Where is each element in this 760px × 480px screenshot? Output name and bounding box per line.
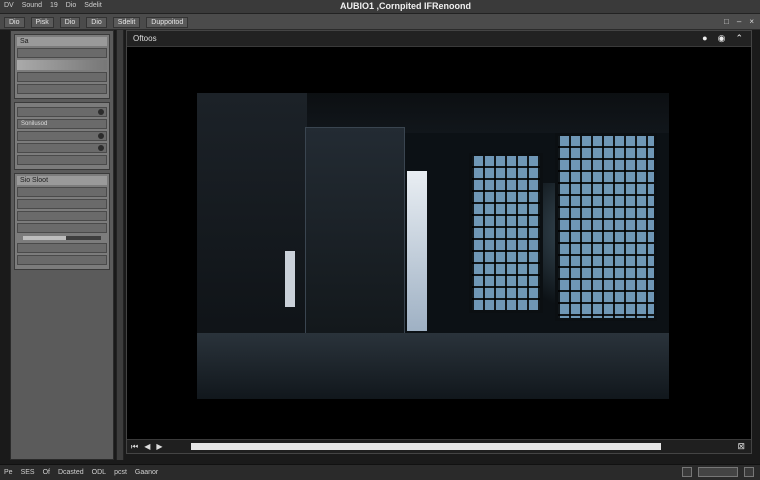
dot-icon[interactable]: ● xyxy=(702,33,707,44)
eye-icon[interactable]: ◉ xyxy=(718,33,726,44)
menu-bar: DV Sound 19 Dio Sdelit xyxy=(4,2,102,9)
panel-swatch[interactable] xyxy=(17,60,107,70)
viewer-header: Oftoos ● ◉ ⌃ xyxy=(127,31,751,47)
photo-canvas[interactable] xyxy=(197,93,669,399)
scene-floor xyxy=(197,333,669,399)
panel-row[interactable] xyxy=(17,211,107,221)
toolbar: Dio Pisk Dio Dio Sdelit Duppoitod □ – × xyxy=(0,14,760,30)
panel-row[interactable] xyxy=(17,72,107,82)
panel-row[interactable] xyxy=(17,243,107,253)
window-title: AUBIO1 ,Cornpited IFRenoond xyxy=(340,1,471,11)
knob-icon[interactable] xyxy=(98,133,104,139)
scene-window-left xyxy=(469,153,543,313)
square-icon[interactable]: □ xyxy=(724,17,729,26)
menu-item-4[interactable]: Dio xyxy=(66,2,77,9)
panel-row[interactable]: Sonilusod xyxy=(17,119,107,129)
next-icon[interactable]: ▶ xyxy=(156,442,162,452)
panel-section-3: Sio Sloot xyxy=(14,173,110,270)
status-text-3: Of xyxy=(42,469,50,476)
status-text-6: pcst xyxy=(114,469,127,476)
title-bar: DV Sound 19 Dio Sdelit AUBIO1 ,Cornpited… xyxy=(0,0,760,14)
first-icon[interactable]: ⏮ xyxy=(131,442,138,452)
panel-row[interactable] xyxy=(17,48,107,58)
panel-row[interactable] xyxy=(17,84,107,94)
status-text-2: SES xyxy=(20,469,35,476)
scene-glass-panel xyxy=(305,127,405,357)
menu-item-3[interactable]: 19 xyxy=(50,2,58,9)
section-header[interactable]: Sio Sloot xyxy=(17,176,107,185)
panel-row[interactable] xyxy=(17,187,107,197)
panel-slider[interactable] xyxy=(23,236,101,240)
panel-row[interactable] xyxy=(17,155,107,165)
tool-button-2[interactable]: Pisk xyxy=(30,17,54,28)
tool-button-6[interactable]: Duppoitod xyxy=(146,17,189,28)
status-button-2[interactable] xyxy=(744,467,754,477)
horizontal-scrollbar[interactable] xyxy=(191,443,661,450)
viewer-footer: ⏮ ◀ ▶ ⊠ xyxy=(127,439,751,453)
close-icon[interactable]: × xyxy=(749,17,754,26)
panel-section-1: Sa xyxy=(14,34,110,99)
viewer-label: Oftoos xyxy=(133,34,157,43)
menu-item-5[interactable]: Sdelit xyxy=(84,2,102,9)
image-viewer: Oftoos ● ◉ ⌃ ⏮ ◀ ▶ ⊠ xyxy=(126,30,752,454)
knob-icon[interactable] xyxy=(98,109,104,115)
knob-icon[interactable] xyxy=(98,145,104,151)
menu-item-2[interactable]: Sound xyxy=(22,2,42,9)
tool-button-4[interactable]: Dio xyxy=(86,17,107,28)
status-button-1[interactable] xyxy=(682,467,692,477)
panel-row[interactable] xyxy=(17,143,107,153)
scene-left-light xyxy=(285,251,295,307)
scene-door-light xyxy=(407,171,427,331)
tool-button-1[interactable]: Dio xyxy=(4,17,25,28)
status-bar: Pe SES Of Dcasted ODL pcst Gaanor xyxy=(0,464,760,480)
prev-icon[interactable]: ◀ xyxy=(144,442,150,452)
scene-window-right xyxy=(555,133,657,321)
status-text-4: Dcasted xyxy=(57,469,84,476)
slider-fill xyxy=(23,236,66,240)
close-panel-icon[interactable]: ⊠ xyxy=(737,441,745,452)
status-text-5: ODL xyxy=(91,469,107,476)
left-panel: Sa Sonilusod Sio Sloot xyxy=(10,30,114,460)
panel-divider[interactable] xyxy=(116,30,124,460)
panel-row[interactable] xyxy=(17,223,107,233)
panel-row[interactable] xyxy=(17,131,107,141)
panel-row[interactable] xyxy=(17,255,107,265)
status-text-7: Gaanor xyxy=(134,469,159,476)
minus-icon[interactable]: – xyxy=(737,17,741,26)
panel-section-2: Sonilusod xyxy=(14,102,110,170)
status-text-1: Pe xyxy=(4,469,13,476)
chevron-icon[interactable]: ⌃ xyxy=(735,33,743,44)
panel-row[interactable] xyxy=(17,199,107,209)
status-progress[interactable] xyxy=(698,467,738,477)
tool-button-5[interactable]: Sdelit xyxy=(112,17,141,28)
menu-item-1[interactable]: DV xyxy=(4,2,14,9)
panel-row[interactable] xyxy=(17,107,107,117)
section-header[interactable]: Sa xyxy=(17,37,107,46)
tool-button-3[interactable]: Dio xyxy=(59,17,81,28)
